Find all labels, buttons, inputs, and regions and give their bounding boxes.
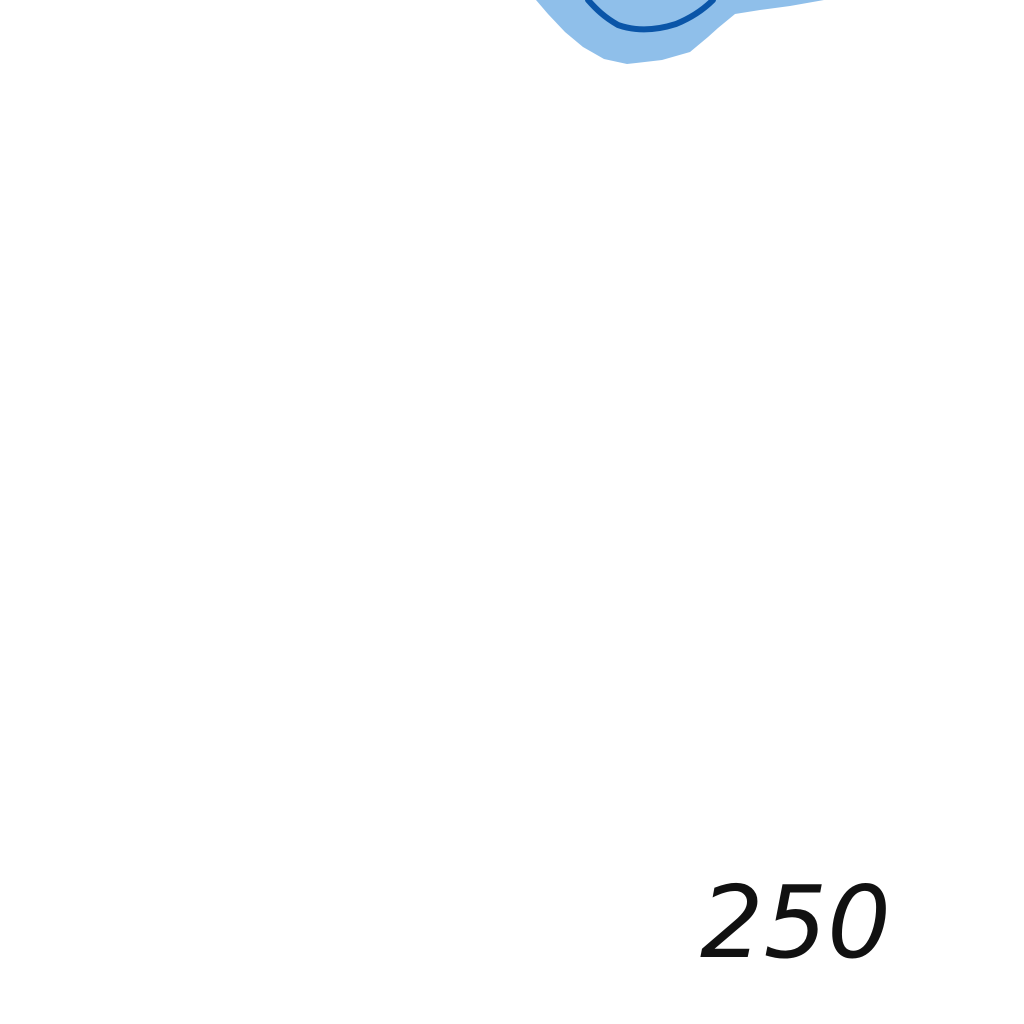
chart-svg: 250 bbox=[536, 0, 891, 981]
confidence-band bbox=[536, 0, 824, 64]
x-tick-label: 250 bbox=[700, 864, 891, 981]
chart-crop: 250 bbox=[0, 0, 1024, 1024]
